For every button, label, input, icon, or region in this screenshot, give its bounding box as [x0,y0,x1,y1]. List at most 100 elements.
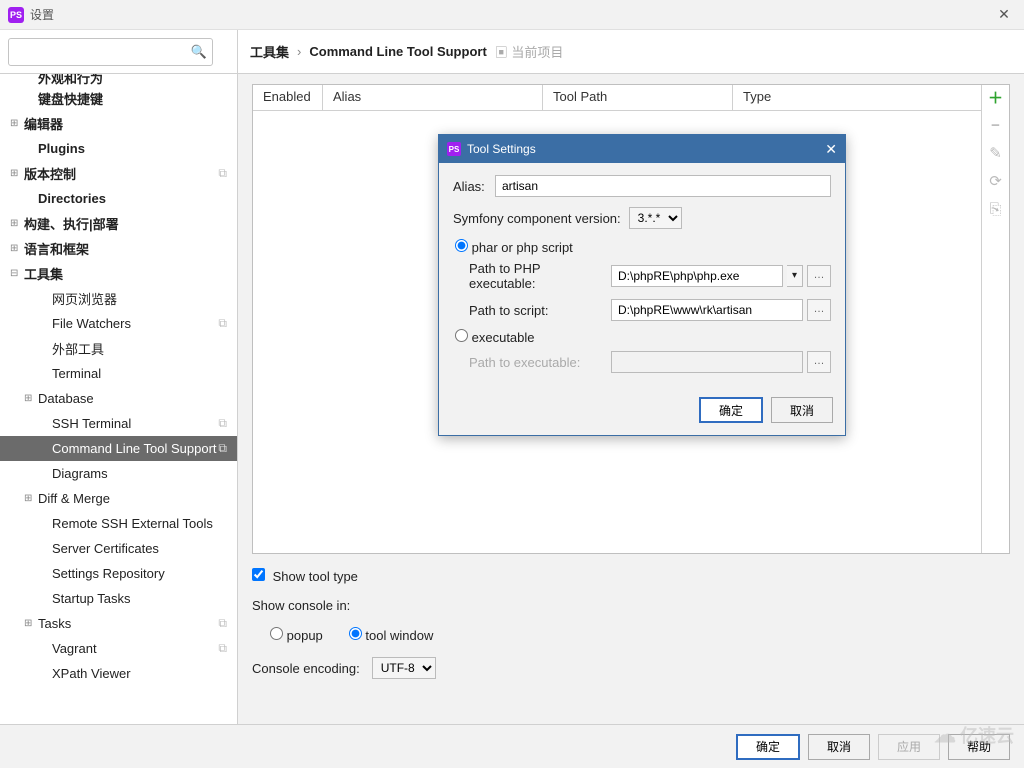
tree-item-label: Settings Repository [52,566,237,581]
show-tool-type-checkbox[interactable]: Show tool type [252,568,358,584]
edit-tool-button[interactable]: ✎ [988,145,1004,161]
tree-item-label: Vagrant [52,641,218,656]
copy-icon: ⧉ [218,641,227,656]
search-wrap: 🔍 [0,30,238,73]
tree-item-label: Terminal [52,366,237,381]
php-path-dropdown[interactable]: ▾ [787,265,803,287]
tree-item[interactable]: 外观和行为 [0,74,237,86]
dialog-app-icon: PS [447,142,461,156]
executable-path-browse-button[interactable]: … [807,351,831,373]
tree-item[interactable]: Directories [0,186,237,211]
expand-icon[interactable]: ⊞ [24,618,38,629]
tree-item-label: SSH Terminal [52,416,218,431]
symfony-version-select[interactable]: 3.*.* [629,207,682,229]
window-close-button[interactable]: ✕ [992,6,1016,23]
expand-icon[interactable]: ⊞ [10,218,24,229]
col-alias[interactable]: Alias [323,85,543,110]
console-popup-radio[interactable]: popup [270,627,323,643]
tree-item-label: Remote SSH External Tools [52,516,237,531]
tree-item[interactable]: 外部工具 [0,336,237,361]
console-encoding-select[interactable]: UTF-8 [372,657,436,679]
tree-item[interactable]: ⊞语言和框架 [0,236,237,261]
php-path-input[interactable] [611,265,783,287]
apply-button[interactable]: 应用 [878,734,940,760]
tree-item[interactable]: File Watchers⧉ [0,311,237,336]
console-encoding-label: Console encoding: [252,661,360,676]
tree-item-label: 外观和行为 [38,74,237,86]
expand-icon[interactable]: ⊞ [24,393,38,404]
tree-item-label: Startup Tasks [52,591,237,606]
dialog-cancel-button[interactable]: 取消 [771,397,833,423]
window-title: 设置 [30,6,992,23]
console-toolwindow-radio[interactable]: tool window [349,627,434,643]
scope-label: ▣ 当前项目 [495,42,564,61]
dialog-ok-button[interactable]: 确定 [699,397,763,423]
tree-item[interactable]: Diagrams [0,461,237,486]
table-toolbar: ＋ − ✎ ⟳ ⎘ [981,85,1009,553]
tree-item[interactable]: ⊞构建、执行|部署 [0,211,237,236]
tree-item-label: 网页浏览器 [52,289,237,308]
tree-item-label: 外部工具 [52,339,237,358]
copy-icon: ⧉ [218,166,227,181]
help-button[interactable]: 帮助 [948,734,1010,760]
tree-item[interactable]: ⊟工具集 [0,261,237,286]
breadcrumb-root[interactable]: 工具集 [250,42,289,61]
tree-item[interactable]: Vagrant⧉ [0,636,237,661]
executable-path-input [611,351,803,373]
php-path-browse-button[interactable]: … [807,265,831,287]
expand-icon[interactable]: ⊞ [10,243,24,254]
col-type[interactable]: Type [733,85,981,110]
tree-item[interactable]: Command Line Tool Support⧉ [0,436,237,461]
tree-item[interactable]: Plugins [0,136,237,161]
open-button[interactable]: ⎘ [988,201,1004,217]
expand-icon[interactable]: ⊞ [10,168,24,179]
reload-button[interactable]: ⟳ [988,173,1004,189]
expand-icon[interactable]: ⊞ [10,118,24,129]
copy-icon: ⧉ [218,416,227,431]
tree-item[interactable]: ⊞Tasks⧉ [0,611,237,636]
executable-radio[interactable]: executable [455,330,535,345]
tree-item[interactable]: Startup Tasks [0,586,237,611]
tree-item[interactable]: Settings Repository [0,561,237,586]
copy-icon: ⧉ [218,316,227,331]
chevron-right-icon: › [297,44,301,59]
cancel-button[interactable]: 取消 [808,734,870,760]
tree-item[interactable]: SSH Terminal⧉ [0,411,237,436]
script-path-input[interactable] [611,299,803,321]
tree-item-label: 编辑器 [24,114,237,133]
tree-item[interactable]: ⊞Diff & Merge [0,486,237,511]
tree-item[interactable]: ⊞版本控制⧉ [0,161,237,186]
ok-button[interactable]: 确定 [736,734,800,760]
expand-icon[interactable]: ⊟ [10,268,24,279]
add-tool-button[interactable]: ＋ [988,89,1004,105]
breadcrumb: 工具集 › Command Line Tool Support ▣ 当前项目 [238,30,1024,73]
tree-item[interactable]: Server Certificates [0,536,237,561]
tool-settings-dialog: PS Tool Settings ✕ Alias: Symfony compon… [438,134,846,436]
tree-item[interactable]: 键盘快捷键 [0,86,237,111]
tree-item-label: 键盘快捷键 [38,89,237,108]
col-tool-path[interactable]: Tool Path [543,85,733,110]
col-enabled[interactable]: Enabled [253,85,323,110]
search-input[interactable] [8,38,213,66]
copy-icon: ⧉ [218,441,227,456]
dialog-titlebar[interactable]: PS Tool Settings ✕ [439,135,845,163]
expand-icon[interactable]: ⊞ [24,493,38,504]
tree-item[interactable]: 网页浏览器 [0,286,237,311]
options-panel: Show tool type Show console in: popup to… [252,568,1010,693]
show-tool-type-input[interactable] [252,568,265,581]
dialog-title: Tool Settings [467,142,825,156]
script-path-browse-button[interactable]: … [807,299,831,321]
script-path-label: Path to script: [469,303,607,318]
tree-item[interactable]: XPath Viewer [0,661,237,686]
remove-tool-button[interactable]: − [988,117,1004,133]
tree-item[interactable]: Remote SSH External Tools [0,511,237,536]
dialog-close-button[interactable]: ✕ [825,141,837,158]
tree-item[interactable]: ⊞编辑器 [0,111,237,136]
show-console-in-label: Show console in: [252,598,350,613]
alias-input[interactable] [495,175,831,197]
settings-tree[interactable]: 外观和行为键盘快捷键⊞编辑器Plugins⊞版本控制⧉Directories⊞构… [0,74,238,724]
tree-item[interactable]: Terminal [0,361,237,386]
tree-item[interactable]: ⊞Database [0,386,237,411]
tree-item-label: 语言和框架 [24,239,237,258]
phar-script-radio[interactable]: phar or php script [455,240,573,255]
